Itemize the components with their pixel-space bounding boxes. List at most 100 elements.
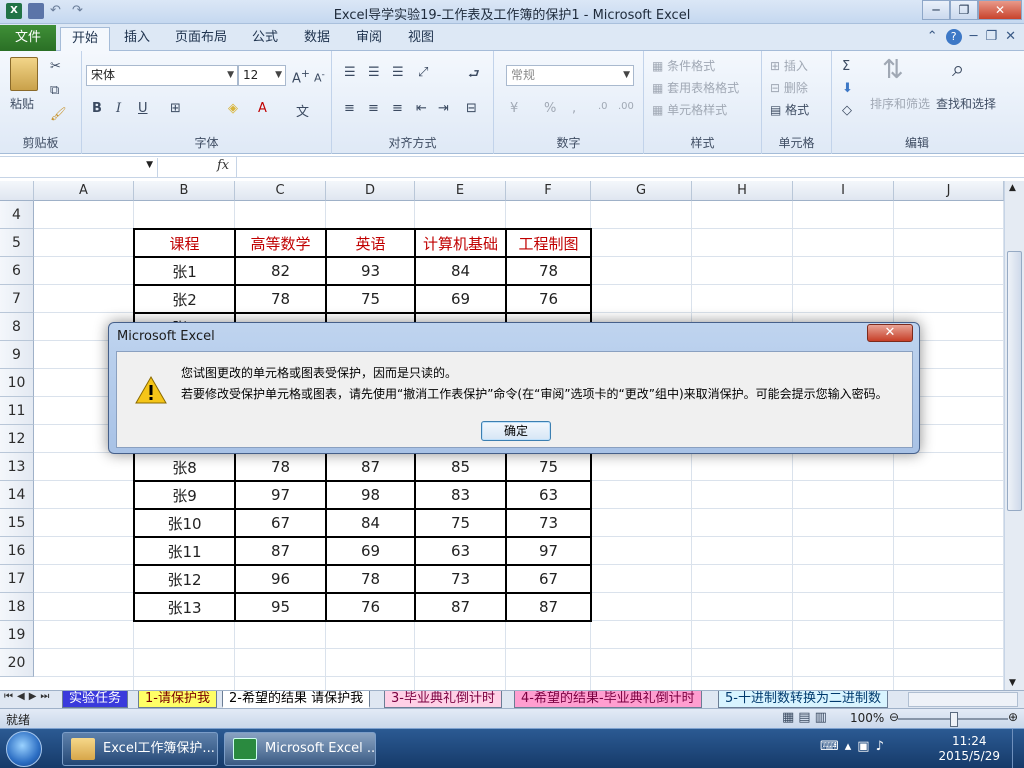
sheet-tab[interactable]: 2-希望的结果 请保护我 <box>222 691 371 708</box>
workbook-restore-icon[interactable]: ❐ <box>985 29 997 45</box>
table-cell[interactable]: 76 <box>505 284 592 314</box>
currency-icon[interactable]: ¥ <box>510 101 518 116</box>
sheet-nav-icons[interactable]: ⏮◀▶⏭ <box>4 691 53 702</box>
number-format-combo[interactable]: 常规 ▼ <box>506 65 634 86</box>
table-cell[interactable]: 96 <box>234 564 327 594</box>
table-cell[interactable]: 69 <box>414 284 507 314</box>
cell-styles-button[interactable]: ▦ 单元格样式 <box>652 101 727 118</box>
taskbar-item-folder[interactable]: Excel工作簿保护... <box>62 732 218 766</box>
row-header-8[interactable]: 8 <box>0 313 34 341</box>
sheet-tab[interactable]: 5-十进制数转换为二进制数 <box>718 691 888 708</box>
table-cell[interactable]: 63 <box>414 536 507 566</box>
table-cell[interactable]: 63 <box>505 480 592 510</box>
zoom-slider[interactable] <box>898 712 1008 727</box>
sort-filter-icon[interactable]: ⇅ <box>882 55 904 85</box>
table-cell[interactable]: 97 <box>234 480 327 510</box>
tray-icons[interactable]: ⌨▴▣♪ <box>820 739 890 754</box>
table-cell[interactable]: 95 <box>234 592 327 622</box>
tab-home[interactable]: 开始 <box>60 27 110 52</box>
orientation-icon[interactable]: ⤢ <box>418 65 428 80</box>
row-header-16[interactable]: 16 <box>0 537 34 565</box>
paste-button[interactable]: 粘贴 <box>10 95 34 112</box>
font-color-icon[interactable]: A <box>258 101 267 116</box>
zoom-level[interactable]: 100% <box>850 711 884 725</box>
align-left-icon[interactable]: ≡ <box>344 101 355 116</box>
table-cell[interactable]: 87 <box>325 452 416 482</box>
row-header-6[interactable]: 6 <box>0 257 34 285</box>
tab-data[interactable]: 数据 <box>295 27 339 51</box>
row-header-11[interactable]: 11 <box>0 397 34 425</box>
table-cell[interactable]: 75 <box>414 508 507 538</box>
table-cell[interactable]: 83 <box>414 480 507 510</box>
merge-cells-icon[interactable]: ⊟ <box>466 101 477 116</box>
vertical-scrollbar[interactable]: ▲ ▼ <box>1004 181 1024 690</box>
zoom-out-icon[interactable]: ⊖ <box>889 710 899 724</box>
row-header-9[interactable]: 9 <box>0 341 34 369</box>
table-cell[interactable]: 97 <box>505 536 592 566</box>
table-cell[interactable]: 67 <box>234 508 327 538</box>
align-top-icon[interactable]: ☰ <box>344 65 356 80</box>
table-header-cell[interactable]: 工程制图 <box>505 228 592 258</box>
delete-cells-button[interactable]: ⊟ 删除 <box>770 79 808 96</box>
table-cell[interactable]: 85 <box>414 452 507 482</box>
fill-color-icon[interactable]: ◈ <box>228 101 238 116</box>
table-header-cell[interactable]: 课程 <box>133 228 236 258</box>
column-header-b[interactable]: B <box>134 181 235 201</box>
format-cells-button[interactable]: ▤ 格式 <box>770 101 809 118</box>
table-cell[interactable]: 张8 <box>133 452 236 482</box>
close-button[interactable]: ✕ <box>978 0 1022 20</box>
phonetic-icon[interactable]: 文 <box>296 101 309 120</box>
bold-icon[interactable]: B <box>92 101 102 116</box>
table-cell[interactable]: 75 <box>325 284 416 314</box>
show-desktop-button[interactable] <box>1012 729 1024 768</box>
sheet-tab[interactable]: 实验任务 <box>62 691 129 708</box>
clear-icon[interactable]: ◇ <box>842 103 852 118</box>
font-size-combo[interactable]: 12 ▼ <box>238 65 286 86</box>
row-header-20[interactable]: 20 <box>0 649 34 677</box>
column-header-a[interactable]: A <box>34 181 134 201</box>
align-center-icon[interactable]: ≡ <box>368 101 379 116</box>
table-cell[interactable]: 87 <box>234 536 327 566</box>
tab-insert[interactable]: 插入 <box>115 27 159 51</box>
table-cell[interactable]: 张1 <box>133 256 236 286</box>
column-header-e[interactable]: E <box>415 181 506 201</box>
increase-decimal-icon[interactable]: .0 <box>598 101 608 112</box>
percent-icon[interactable]: % <box>544 101 556 116</box>
dialog-close-button[interactable]: ✕ <box>867 324 913 342</box>
table-cell[interactable]: 87 <box>505 592 592 622</box>
decrease-decimal-icon[interactable]: .00 <box>618 101 634 112</box>
help-icon[interactable]: ? <box>945 29 962 45</box>
table-header-cell[interactable]: 高等数学 <box>234 228 327 258</box>
formula-input[interactable] <box>236 157 1008 177</box>
start-button-icon[interactable] <box>6 731 42 767</box>
select-all-corner[interactable] <box>0 181 34 201</box>
horizontal-scrollbar[interactable] <box>908 692 1018 707</box>
fill-icon[interactable]: ⬇ <box>842 81 853 96</box>
scroll-thumb[interactable] <box>1007 251 1022 511</box>
table-cell[interactable]: 张10 <box>133 508 236 538</box>
conditional-format-button[interactable]: ▦ 条件格式 <box>652 57 715 74</box>
table-header-cell[interactable]: 英语 <box>325 228 416 258</box>
table-cell[interactable]: 张12 <box>133 564 236 594</box>
workbook-minimize-icon[interactable]: ─ <box>970 29 978 45</box>
wrap-text-icon[interactable]: ⮐ <box>468 65 480 87</box>
find-select-button[interactable]: 查找和选择 <box>936 95 996 112</box>
sort-filter-button[interactable]: 排序和筛选 <box>870 95 930 112</box>
font-name-combo[interactable]: 宋体 ▼ <box>86 65 238 86</box>
view-mode-icons[interactable]: ▦▤▥ <box>782 710 831 725</box>
tab-view[interactable]: 视图 <box>399 27 443 51</box>
cut-icon[interactable]: ✂ <box>50 59 61 74</box>
table-cell[interactable]: 75 <box>505 452 592 482</box>
table-cell[interactable]: 87 <box>414 592 507 622</box>
zoom-in-icon[interactable]: ⊕ <box>1008 710 1018 724</box>
taskbar-item-excel[interactable]: Microsoft Excel ... <box>224 732 376 766</box>
table-cell[interactable]: 82 <box>234 256 327 286</box>
row-header-18[interactable]: 18 <box>0 593 34 621</box>
decrease-indent-icon[interactable]: ⇤ <box>416 101 427 116</box>
table-cell[interactable]: 78 <box>234 284 327 314</box>
table-cell[interactable]: 张11 <box>133 536 236 566</box>
increase-indent-icon[interactable]: ⇥ <box>438 101 449 116</box>
table-cell[interactable]: 张2 <box>133 284 236 314</box>
column-header-j[interactable]: J <box>894 181 1004 201</box>
grow-font-icon[interactable]: A+ <box>292 67 310 86</box>
